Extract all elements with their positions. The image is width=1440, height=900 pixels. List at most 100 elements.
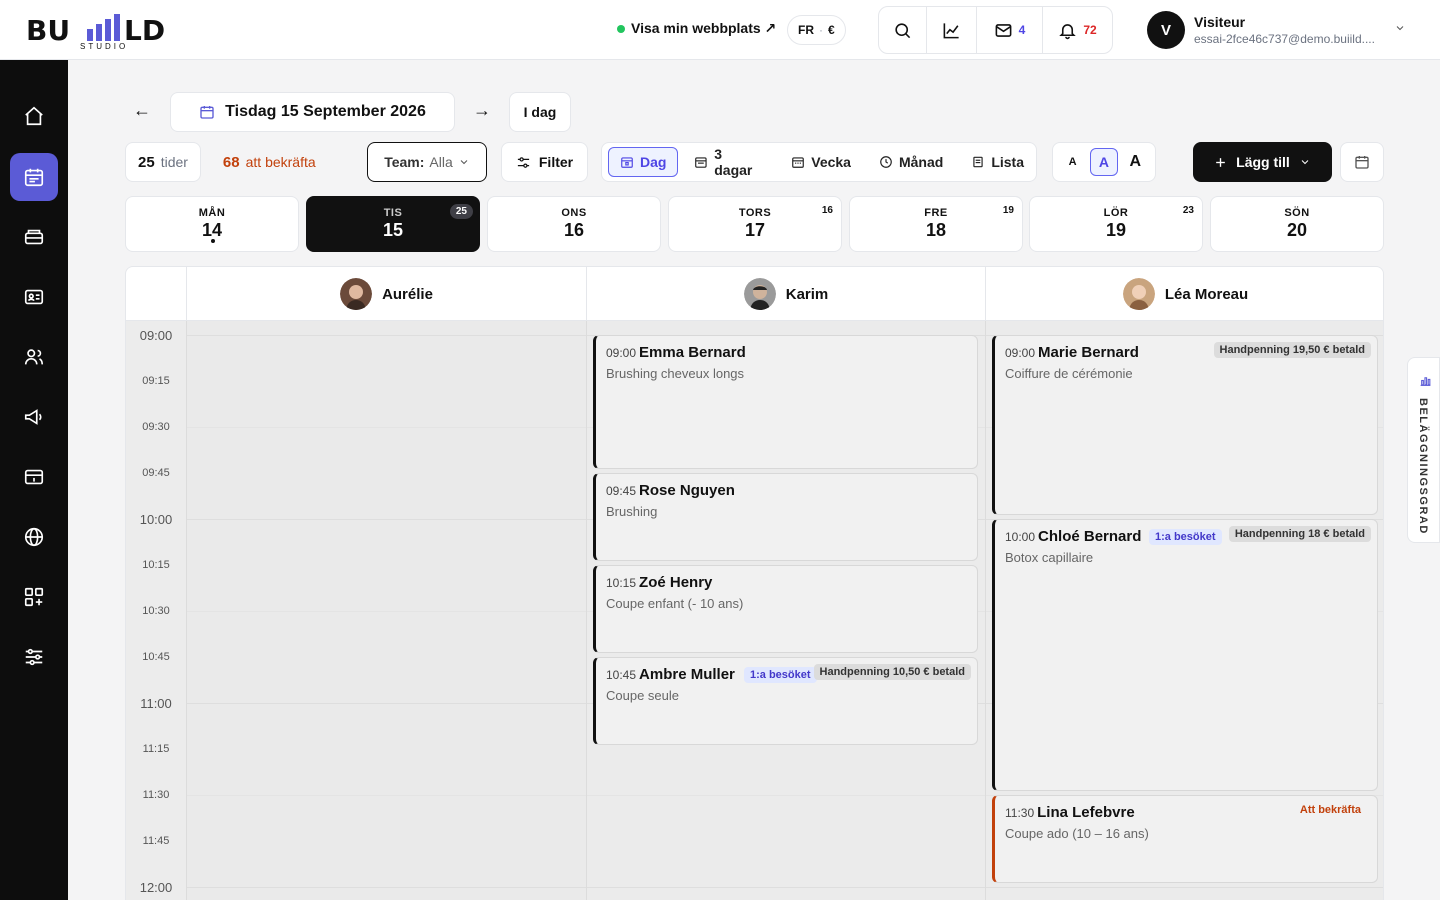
filter-button[interactable]: Filter xyxy=(501,142,588,182)
calendar-day-icon xyxy=(621,157,633,168)
date-picker-button[interactable]: Tisdag 15 September 2026 xyxy=(170,92,455,132)
chevron-down-icon xyxy=(460,160,468,165)
today-button[interactable]: I dag xyxy=(509,92,571,132)
cash-register-icon xyxy=(24,229,44,245)
view-3-days[interactable]: 3 dagar xyxy=(682,146,775,178)
font-size-medium[interactable]: A xyxy=(1089,148,1118,176)
week-day-mon[interactable]: MÅN 14 xyxy=(125,196,299,252)
user-name: Visiteur xyxy=(1194,14,1246,30)
view-list[interactable]: Lista xyxy=(959,147,1036,177)
add-button[interactable]: Lägg till xyxy=(1193,142,1332,182)
appointment-card[interactable]: 09:00 Emma Bernard Brushing cheveux longs xyxy=(593,335,978,469)
occupancy-tab-label: BELÄGGNINGSGRAD xyxy=(1417,398,1429,535)
slots-count-value: 25 xyxy=(138,153,155,171)
staff-column-lea-moreau[interactable]: Léa Moreau xyxy=(985,267,1383,321)
font-size-large[interactable]: A xyxy=(1121,148,1149,176)
appointment-card[interactable]: 09:00 Marie Bernard Coiffure de cérémonie… xyxy=(992,335,1378,515)
sidebar-item-settings[interactable] xyxy=(10,633,58,681)
week-day-tue[interactable]: TIS 15 25 xyxy=(306,196,480,252)
sidebar xyxy=(0,60,68,900)
sidebar-item-payments[interactable] xyxy=(10,453,58,501)
week-day-sun[interactable]: SÖN 20 xyxy=(1210,196,1384,252)
chart-line-icon xyxy=(943,22,959,38)
service-name: Coupe ado (10 – 16 ans) xyxy=(1005,826,1149,841)
view-day[interactable]: Dag xyxy=(608,147,679,177)
slots-count[interactable]: 25 tider xyxy=(125,142,201,182)
week-day-sat[interactable]: LÖR 19 23 xyxy=(1029,196,1203,252)
sidebar-item-home[interactable] xyxy=(10,92,58,140)
client-name: Zoé Henry xyxy=(639,574,713,591)
sidebar-item-calendar[interactable] xyxy=(10,153,58,201)
time-label: 11:00 xyxy=(140,696,172,711)
sidebar-item-apps[interactable] xyxy=(10,573,58,621)
time-axis: 09:00 09:15 09:30 09:45 10:00 10:15 10:3… xyxy=(126,321,186,900)
chevron-down-icon xyxy=(1301,160,1309,165)
week-day-wed[interactable]: ONS 16 xyxy=(487,196,661,252)
day-calendar-grid: Aurélie Karim Léa Moreau 09:00 09:15 09:… xyxy=(125,266,1384,900)
svg-text:BU: BU xyxy=(26,14,70,47)
bar-chart-icon xyxy=(1420,377,1431,386)
week-day-fri[interactable]: FRE 18 19 xyxy=(849,196,1023,252)
appointment-card[interactable]: 10:45 Ambre Muller Coupe seule 1:a besöke… xyxy=(593,657,978,745)
header-tools: 4 72 xyxy=(878,6,1113,54)
next-day-button[interactable]: → xyxy=(470,100,494,121)
sidebar-item-clients[interactable] xyxy=(10,273,58,321)
time-label: 11:30 xyxy=(142,789,170,801)
staff-column-karim[interactable]: Karim xyxy=(586,267,985,321)
service-name: Coupe enfant (- 10 ans) xyxy=(606,596,744,611)
client-name: Ambre Muller xyxy=(639,666,735,683)
time-label: 09:30 xyxy=(142,421,170,433)
notifications-button[interactable]: 72 xyxy=(1043,7,1112,53)
view-website-label: Visa min webbplats ↗ xyxy=(631,20,777,36)
day-name: ONS xyxy=(561,207,587,219)
svg-text:LD: LD xyxy=(124,14,165,47)
mini-calendar-button[interactable] xyxy=(1340,142,1384,182)
day-number: 16 xyxy=(563,220,585,240)
calendar-icon xyxy=(1355,156,1369,169)
sidebar-item-register[interactable] xyxy=(10,213,58,261)
search-button[interactable] xyxy=(879,7,927,53)
day-booking-count: 25 xyxy=(449,204,473,219)
view-day-label: Dag xyxy=(640,154,667,170)
client-name: Lina Lefebvre xyxy=(1037,804,1135,821)
sidebar-item-team[interactable] xyxy=(10,333,58,381)
view-week[interactable]: Vecka xyxy=(779,147,863,177)
stats-button[interactable] xyxy=(927,7,977,53)
sidebar-item-marketing[interactable] xyxy=(10,393,58,441)
hour-line xyxy=(186,887,1383,888)
appointment-card[interactable]: 10:15 Zoé Henry Coupe enfant (- 10 ans) xyxy=(593,565,978,653)
messages-button[interactable]: 4 xyxy=(977,7,1043,53)
staff-header: Aurélie Karim Léa Moreau xyxy=(126,267,1383,321)
client-name: Emma Bernard xyxy=(639,344,746,361)
font-size-small[interactable]: A xyxy=(1059,148,1087,176)
appointment-card[interactable]: 11:30 Lina Lefebvre Coupe ado (10 – 16 an… xyxy=(992,795,1378,883)
appointment-time: 09:00 xyxy=(606,346,637,360)
staff-column-aurelie[interactable]: Aurélie xyxy=(186,267,586,321)
first-visit-badge: 1:a besöket xyxy=(744,667,817,683)
logo-subtitle: STUDIO xyxy=(80,42,129,51)
staff-name: Léa Moreau xyxy=(1164,285,1249,303)
team-select[interactable]: Team: Alla xyxy=(367,142,487,182)
currency-symbol: € xyxy=(828,23,835,37)
sidebar-item-website[interactable] xyxy=(10,513,58,561)
service-name: Coiffure de cérémonie xyxy=(1005,366,1133,381)
appointment-card[interactable]: 10:00 Chloé Bernard Botox capillaire 1:a … xyxy=(992,519,1378,791)
occupancy-tab[interactable]: BELÄGGNINGSGRAD xyxy=(1407,357,1440,543)
appointment-card[interactable]: 09:45 Rose Nguyen Brushing xyxy=(593,473,978,561)
view-month[interactable]: Månad xyxy=(867,147,955,177)
user-menu[interactable]: V Visiteur essai-2fce46c737@demo.buiild.… xyxy=(1147,11,1375,49)
time-label: 09:45 xyxy=(142,467,170,479)
language-currency-selector[interactable]: FR · € xyxy=(787,15,846,45)
deposit-badge: Handpenning 18 € betald xyxy=(1228,526,1371,542)
appointment-time: 09:00 xyxy=(1005,346,1036,360)
logo[interactable]: BU LD STUDIO xyxy=(26,10,186,52)
to-confirm-count[interactable]: 68 att bekräfta xyxy=(223,154,316,171)
day-number: 17 xyxy=(744,220,766,240)
view-website-link[interactable]: Visa min webbplats ↗ xyxy=(617,20,776,37)
plus-icon xyxy=(1216,157,1225,167)
chevron-down-icon[interactable] xyxy=(1394,22,1406,34)
time-label: 10:45 xyxy=(142,651,170,663)
prev-day-button[interactable]: ← xyxy=(130,100,154,121)
week-day-thu[interactable]: TORS 17 16 xyxy=(668,196,842,252)
home-icon xyxy=(25,106,43,126)
